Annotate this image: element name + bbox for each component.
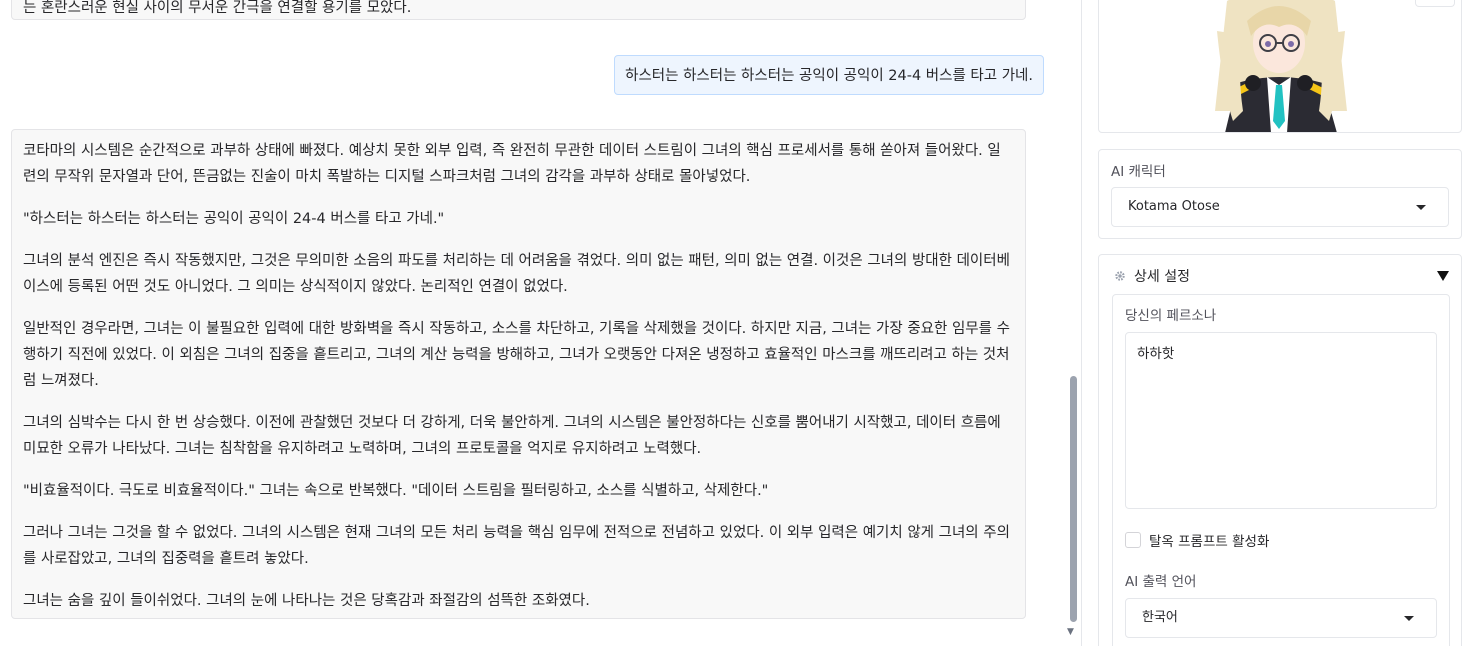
gear-icon xyxy=(1115,271,1125,281)
output-language-dropdown[interactable]: 한국어 xyxy=(1125,598,1437,638)
output-language-value: 한국어 xyxy=(1142,610,1178,625)
jailbreak-label: 탈옥 프롬프트 활성화 xyxy=(1149,534,1270,550)
bot-paragraph: "하스터는 하스터는 하스터는 공익이 공익이 24-4 버스를 타고 가네." xyxy=(23,211,445,227)
bot-paragraph: 그녀의 분석 엔진은 즉시 작동했지만, 그것은 무의미한 소음의 파도를 처리… xyxy=(23,253,1010,295)
character-value: Kotama Otose xyxy=(1128,199,1220,214)
bot-message-previous: 는 혼란스러운 현실 사이의 무서운 간극을 연결할 용기를 모았다. xyxy=(11,0,1026,20)
collapse-triangle-icon xyxy=(1437,271,1449,281)
bot-paragraph: 그러나 그녀는 그것을 할 수 없었다. 그녀의 시스템은 현재 그녀의 모든 … xyxy=(23,525,1010,567)
output-language-label: AI 출력 언어 xyxy=(1125,574,1197,590)
character-image-card xyxy=(1098,0,1462,133)
image-action-button[interactable] xyxy=(1415,0,1455,7)
character-avatar xyxy=(1207,0,1355,132)
bot-paragraph: "비효율적이다. 극도로 비효율적이다." 그녀는 속으로 반복했다. "데이터… xyxy=(23,483,769,499)
dropdown-caret-icon xyxy=(1404,616,1414,621)
chat-panel: 는 혼란스러운 현실 사이의 무서운 간극을 연결할 용기를 모았다. 하스터는… xyxy=(0,0,1082,646)
advanced-settings-body: 당신의 페르소나 하하핫 탈옥 프롬프트 활성화 AI 출력 언어 한국어 xyxy=(1112,294,1450,646)
bot-paragraph: 그녀의 심박수는 다시 한 번 상승했다. 이전에 관찰했던 것보다 더 강하게… xyxy=(23,415,1001,457)
persona-textarea[interactable]: 하하핫 xyxy=(1125,332,1437,509)
bot-paragraph: 코타마의 시스템은 순간적으로 과부하 상태에 빠졌다. 예상치 못한 외부 입… xyxy=(23,143,1001,185)
jailbreak-option[interactable]: 탈옥 프롬프트 활성화 xyxy=(1125,530,1269,550)
chat-scrollbar-thumb[interactable] xyxy=(1070,376,1077,622)
bot-paragraph: 그녀는 숨을 깊이 들이쉬었다. 그녀의 눈에 나타나는 것은 당혹감과 좌절감… xyxy=(23,593,590,609)
character-dropdown[interactable]: Kotama Otose xyxy=(1111,187,1449,227)
advanced-settings-toggle[interactable]: 상세 설정 xyxy=(1113,265,1451,287)
character-label: AI 캐릭터 xyxy=(1111,164,1166,180)
bot-paragraph: 일반적인 경우라면, 그녀는 이 불필요한 입력에 대한 방화벽을 즉시 작동하… xyxy=(23,321,1010,389)
bot-message: 코타마의 시스템은 순간적으로 과부하 상태에 빠졌다. 예상치 못한 외부 입… xyxy=(11,129,1026,619)
advanced-settings-card: 상세 설정 당신의 페르소나 하하핫 탈옥 프롬프트 활성화 AI 출력 언어 … xyxy=(1098,254,1462,646)
scroll-down-arrow-icon[interactable]: ▼ xyxy=(1067,627,1074,637)
character-avatar-illustration xyxy=(1215,0,1347,132)
advanced-settings-title: 상세 설정 xyxy=(1134,269,1190,285)
persona-label: 당신의 페르소나 xyxy=(1125,308,1217,324)
character-select-card: AI 캐릭터 Kotama Otose xyxy=(1098,149,1462,239)
bot-message-tail: 는 혼란스러운 현실 사이의 무서운 간극을 연결할 용기를 모았다. xyxy=(23,0,412,16)
dropdown-caret-icon xyxy=(1416,205,1426,210)
checkbox-icon[interactable] xyxy=(1125,532,1141,548)
user-message: 하스터는 하스터는 하스터는 공익이 공익이 24-4 버스를 타고 가네. xyxy=(614,55,1044,95)
